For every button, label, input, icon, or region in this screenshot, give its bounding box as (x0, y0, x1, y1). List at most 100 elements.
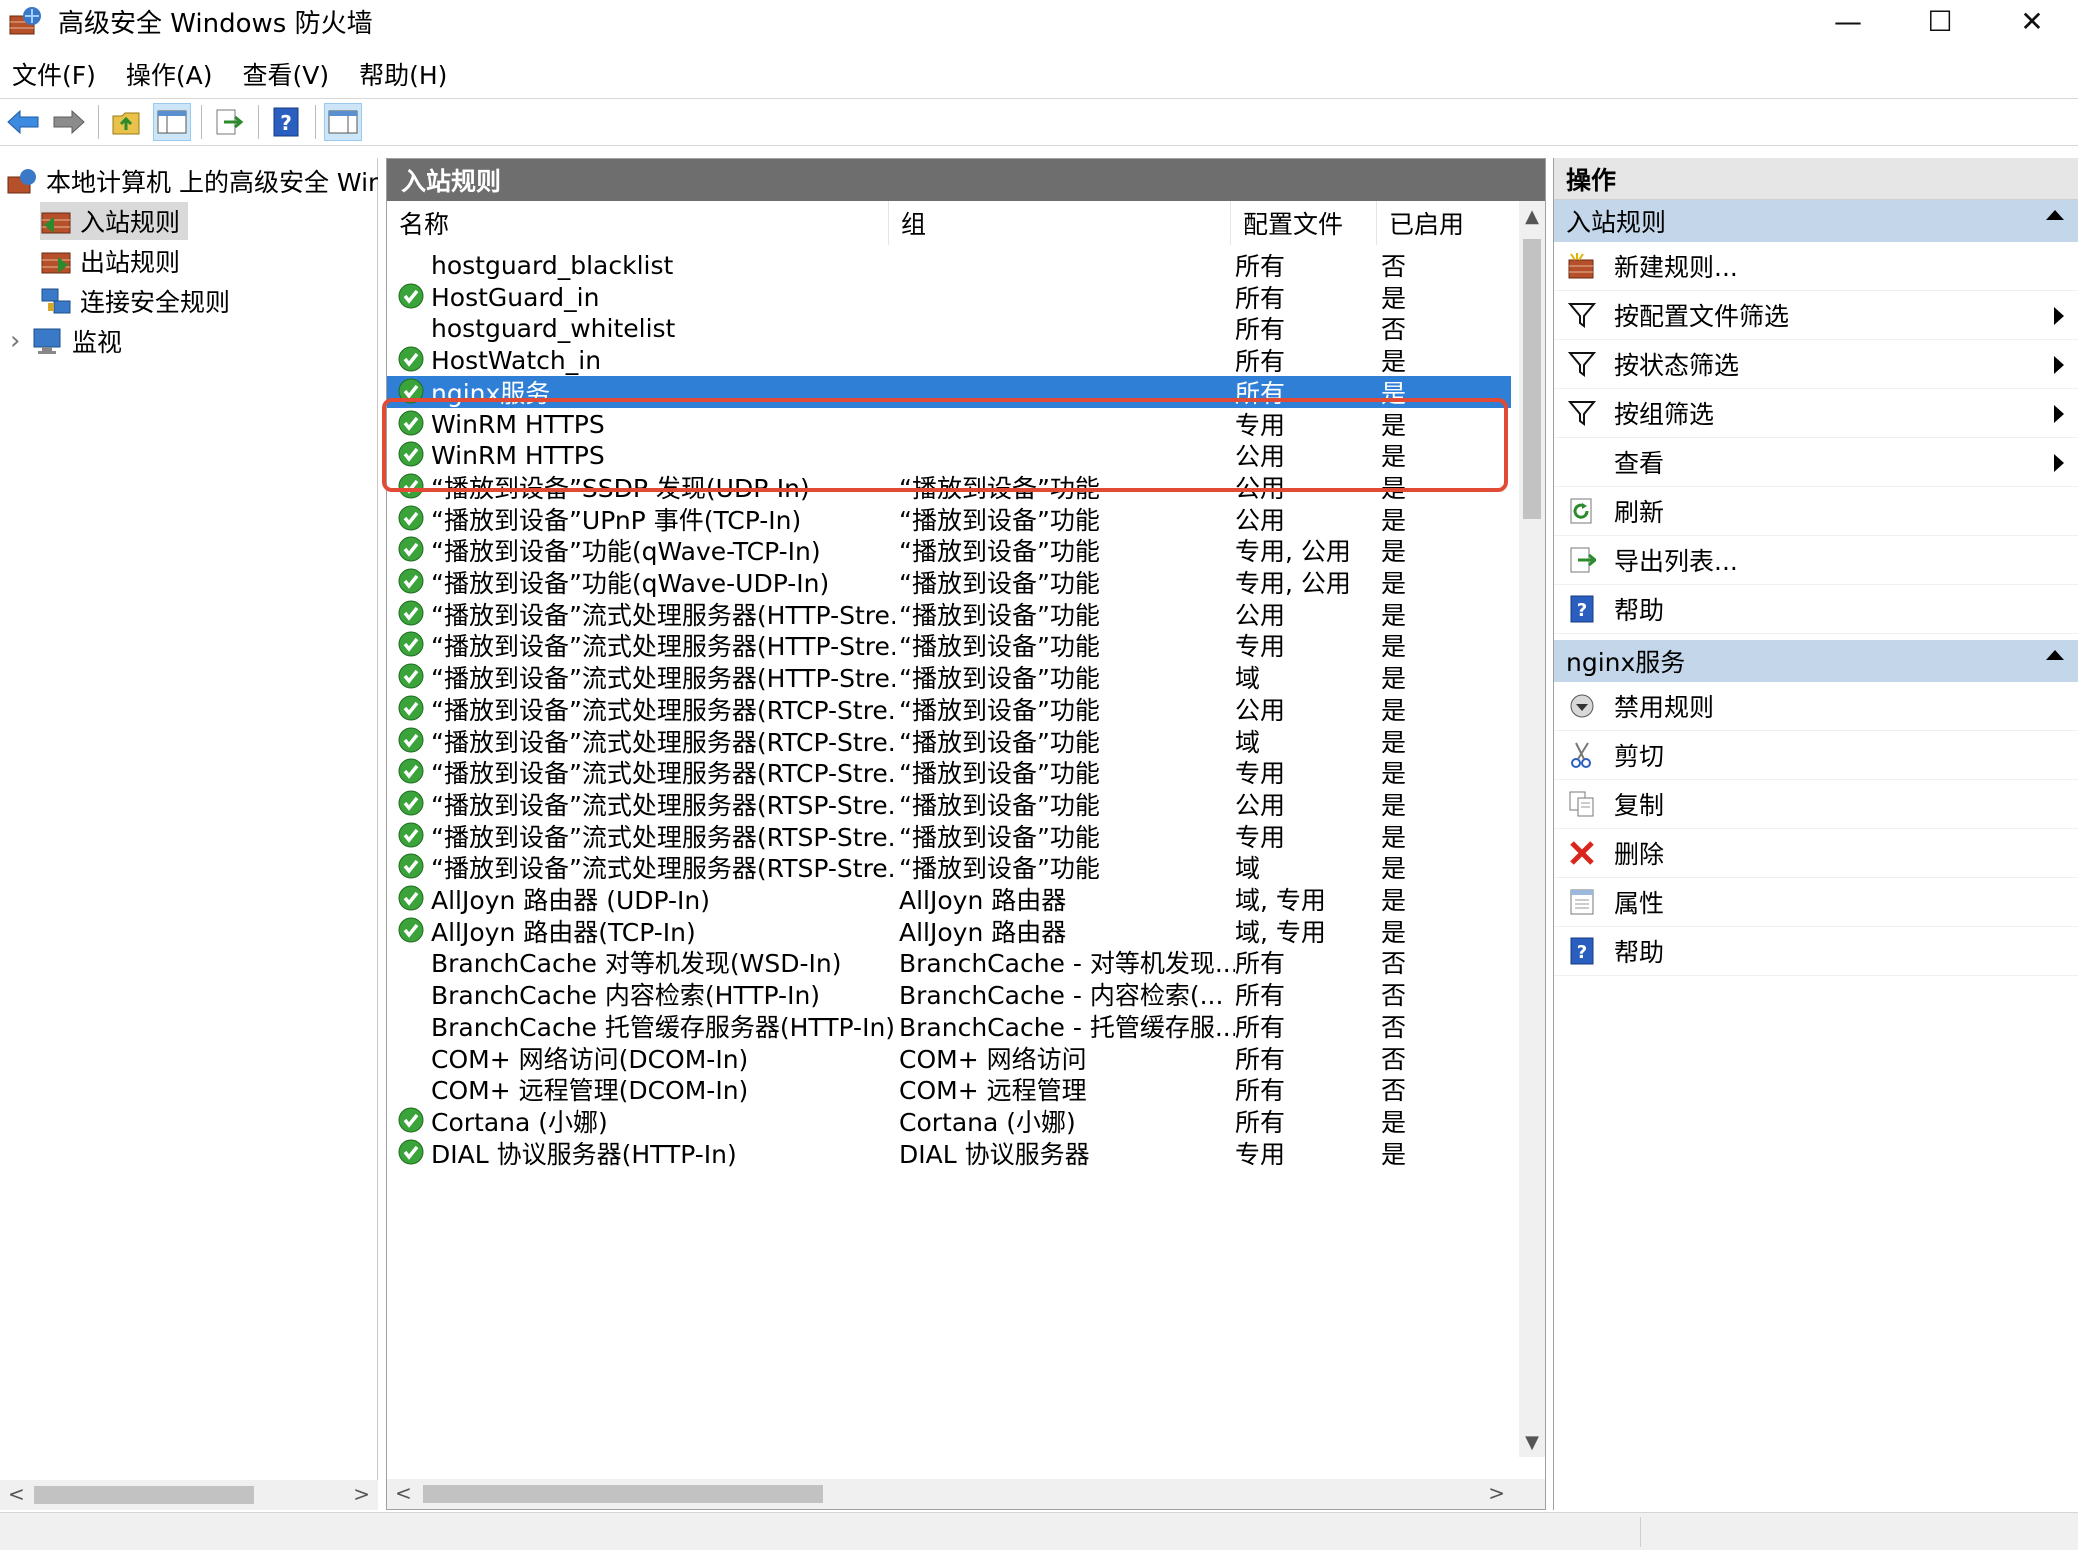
action-item[interactable]: 复制 (1554, 780, 2078, 829)
back-button[interactable] (4, 103, 42, 141)
table-row[interactable]: “播放到设备”流式处理服务器(HTTP-Stre... “播放到设备”功能 专用 是 (387, 629, 1511, 661)
filter-icon (1566, 397, 1598, 429)
table-row[interactable]: COM+ 网络访问(DCOM-In) COM+ 网络访问 所有否 (387, 1042, 1511, 1074)
collapse-caret-icon[interactable] (2046, 650, 2064, 660)
table-row[interactable]: “播放到设备”流式处理服务器(RTSP-Stre... “播放到设备”功能 专用是 (387, 820, 1511, 852)
rule-enabled-cell: 是 (1381, 791, 1407, 820)
up-folder-button[interactable] (107, 103, 145, 141)
action-item[interactable]: 查看 (1554, 438, 2078, 487)
table-row[interactable]: hostguard_whitelist 所有 否 (387, 312, 1511, 345)
rule-group-cell: BranchCache - 对等机发现... (899, 949, 1235, 978)
menu-action[interactable]: 操作(A) (126, 56, 213, 92)
action-item[interactable]: 按状态筛选 (1554, 340, 2078, 389)
table-row[interactable]: AllJoyn 路由器(TCP-In) AllJoyn 路由器 域, 专用是 (387, 915, 1511, 947)
column-header-profile[interactable]: 配置文件 (1231, 201, 1377, 245)
svg-text:?: ? (280, 111, 292, 135)
table-row[interactable]: Cortana (小娜) Cortana (小娜) 所有 是 (387, 1105, 1511, 1137)
status-bar (0, 1512, 2078, 1550)
menu-help[interactable]: 帮助(H) (359, 56, 447, 92)
scroll-up-icon[interactable]: ▲ (1519, 201, 1545, 231)
toolbar-separator (315, 105, 316, 139)
rule-profile-cell: 域 (1235, 664, 1261, 693)
scroll-down-icon[interactable]: ▼ (1519, 1427, 1545, 1457)
table-row[interactable]: BranchCache 对等机发现(WSD-In) BranchCache - 对… (387, 946, 1511, 978)
action-item-label: 帮助 (1614, 596, 1665, 625)
tree-item-connection-security-rules[interactable]: 连接安全规则 (40, 282, 230, 320)
tree-item-monitoring[interactable]: › 监视 (10, 322, 122, 360)
scroll-right-icon[interactable]: > (353, 1482, 370, 1506)
action-item[interactable]: 导出列表... (1554, 536, 2078, 585)
table-row[interactable]: “播放到设备”功能(qWave-TCP-In) “播放到设备”功能 专用, 公用 是 (387, 534, 1511, 566)
table-row[interactable]: “播放到设备”UPnP 事件(TCP-In) “播放到设备”功能 公用是 (387, 503, 1511, 535)
table-row[interactable]: “播放到设备”流式处理服务器(RTSP-Stre... “播放到设备”功能 域 是 (387, 851, 1511, 883)
rules-vertical-scrollbar[interactable]: ▲ ▼ (1519, 201, 1545, 1457)
menu-file[interactable]: 文件(F) (12, 56, 96, 92)
rule-name-cell: AllJoyn 路由器 (UDP-In) (431, 886, 711, 915)
table-row[interactable]: “播放到设备”流式处理服务器(RTSP-Stre... “播放到设备”功能 公用 是 (387, 788, 1511, 820)
action-item[interactable]: 剪切 (1554, 731, 2078, 780)
action-item[interactable]: 按组筛选 (1554, 389, 2078, 438)
action-item[interactable]: 新建规则... (1554, 242, 2078, 291)
enabled-check-icon (397, 409, 427, 439)
rule-name-cell: “播放到设备”流式处理服务器(HTTP-Stre... (431, 664, 895, 693)
rule-profile-cell: 公用 (1235, 696, 1286, 725)
rule-profile-cell: 所有 (1235, 252, 1286, 281)
tree-item-outbound-rules[interactable]: 出站规则 (40, 242, 180, 280)
scroll-left-icon[interactable]: < (8, 1482, 25, 1506)
action-item[interactable]: 删除 (1554, 829, 2078, 878)
scroll-right-icon[interactable]: > (1488, 1481, 1505, 1505)
export-list-button[interactable] (210, 103, 248, 141)
table-row[interactable]: COM+ 远程管理(DCOM-In) COM+ 远程管理 所有 否 (387, 1073, 1511, 1105)
forward-button[interactable] (50, 103, 88, 141)
table-row-selected[interactable]: nginx服务 所有 是 (387, 376, 1511, 408)
forward-arrow-icon (53, 109, 85, 135)
scroll-thumb[interactable] (34, 1486, 254, 1504)
table-row[interactable]: BranchCache 托管缓存服务器(HTTP-In) BranchCache … (387, 1010, 1511, 1042)
tree-item-inbound-rules[interactable]: 入站规则 (40, 202, 189, 240)
collapse-caret-icon[interactable] (2046, 210, 2064, 220)
table-row[interactable]: “播放到设备”流式处理服务器(RTCP-Stre... “播放到设备”功能 公用 是 (387, 693, 1511, 725)
table-row[interactable]: “播放到设备”流式处理服务器(HTTP-Stre... “播放到设备”功能 域 是 (387, 661, 1511, 693)
table-row[interactable]: “播放到设备”功能(qWave-UDP-In) “播放到设备”功能 专用, 公用 是 (387, 566, 1511, 598)
show-hide-console-tree-button[interactable] (153, 103, 191, 141)
table-row[interactable]: HostWatch_in 所有 是 (387, 344, 1511, 376)
action-item[interactable]: 禁用规则 (1554, 682, 2078, 731)
tree-root[interactable]: 本地计算机 上的高级安全 Windows 防火墙 (6, 162, 378, 200)
menu-view[interactable]: 查看(V) (243, 56, 330, 92)
table-row[interactable]: “播放到设备”流式处理服务器(RTCP-Stre... “播放到设备”功能 专用 是 (387, 756, 1511, 788)
action-item[interactable]: 刷新 (1554, 487, 2078, 536)
action-item[interactable]: ? 帮助 (1554, 585, 2078, 634)
enabled-check-icon (397, 630, 427, 660)
help-button[interactable]: ? (267, 103, 305, 141)
table-row[interactable]: WinRM HTTPS 公用 是 (387, 439, 1511, 471)
action-item[interactable]: 属性 (1554, 878, 2078, 927)
close-button[interactable]: ✕ (1986, 0, 2078, 42)
table-row[interactable]: HostGuard_in 所有是 (387, 281, 1511, 313)
tree-horizontal-scrollbar[interactable]: < > (0, 1480, 378, 1510)
actions-section-inbound[interactable]: 入站规则 (1554, 200, 2078, 242)
column-header-group[interactable]: 组 (889, 201, 1231, 245)
rule-profile-cell: 公用 (1235, 791, 1286, 820)
expand-chevron-icon[interactable]: › (10, 326, 32, 356)
maximize-button[interactable]: ☐ (1894, 0, 1986, 42)
table-row[interactable]: “播放到设备”流式处理服务器(RTCP-Stre... “播放到设备”功能域是 (387, 725, 1511, 757)
table-row[interactable]: BranchCache 内容检索(HTTP-In) BranchCache - 内… (387, 978, 1511, 1010)
table-row[interactable]: DIAL 协议服务器(HTTP-In) DIAL 协议服务器 专用 是 (387, 1137, 1511, 1169)
rules-horizontal-scrollbar[interactable]: < > (387, 1479, 1545, 1509)
column-header-enabled[interactable]: 已启用 (1377, 201, 1517, 245)
rule-profile-cell: 所有 (1235, 981, 1286, 1010)
table-row[interactable]: AllJoyn 路由器 (UDP-In) AllJoyn 路由器 域, 专用 是 (387, 883, 1511, 915)
actions-section-selected-rule[interactable]: nginx服务 (1554, 640, 2078, 682)
scroll-left-icon[interactable]: < (395, 1481, 412, 1505)
show-hide-action-pane-button[interactable] (324, 103, 362, 141)
action-item[interactable]: ? 帮助 (1554, 927, 2078, 976)
table-row[interactable]: WinRM HTTPS 专用是 (387, 408, 1511, 440)
action-item[interactable]: 按配置文件筛选 (1554, 291, 2078, 340)
table-row[interactable]: “播放到设备”SSDP 发现(UDP-In) “播放到设备”功能 公用 是 (387, 471, 1511, 503)
minimize-button[interactable]: — (1802, 0, 1894, 42)
table-row[interactable]: hostguard_blacklist 所有 否 (387, 249, 1511, 282)
scroll-thumb[interactable] (1523, 239, 1541, 519)
column-header-name[interactable]: 名称 (387, 201, 889, 245)
scroll-thumb[interactable] (423, 1485, 823, 1503)
table-row[interactable]: “播放到设备”流式处理服务器(HTTP-Stre... “播放到设备”功能 公用是 (387, 598, 1511, 630)
